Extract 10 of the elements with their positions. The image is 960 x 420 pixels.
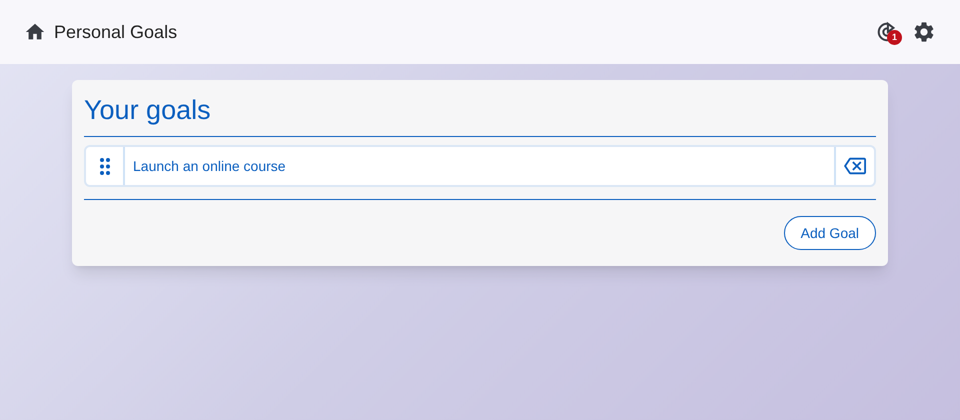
card-title: Your goals (84, 94, 212, 127)
backspace-icon (844, 155, 866, 177)
notification-badge: 1 (887, 30, 902, 45)
add-goal-button[interactable]: Add Goal (784, 216, 876, 250)
goal-progress-button[interactable]: 1 (874, 19, 900, 45)
target-flag-icon (876, 21, 898, 43)
goal-field[interactable]: Launch an online course (84, 145, 876, 187)
drag-dots-icon (100, 158, 110, 174)
settings-icon[interactable] (912, 20, 936, 44)
app-title: Personal Goals (54, 20, 178, 44)
